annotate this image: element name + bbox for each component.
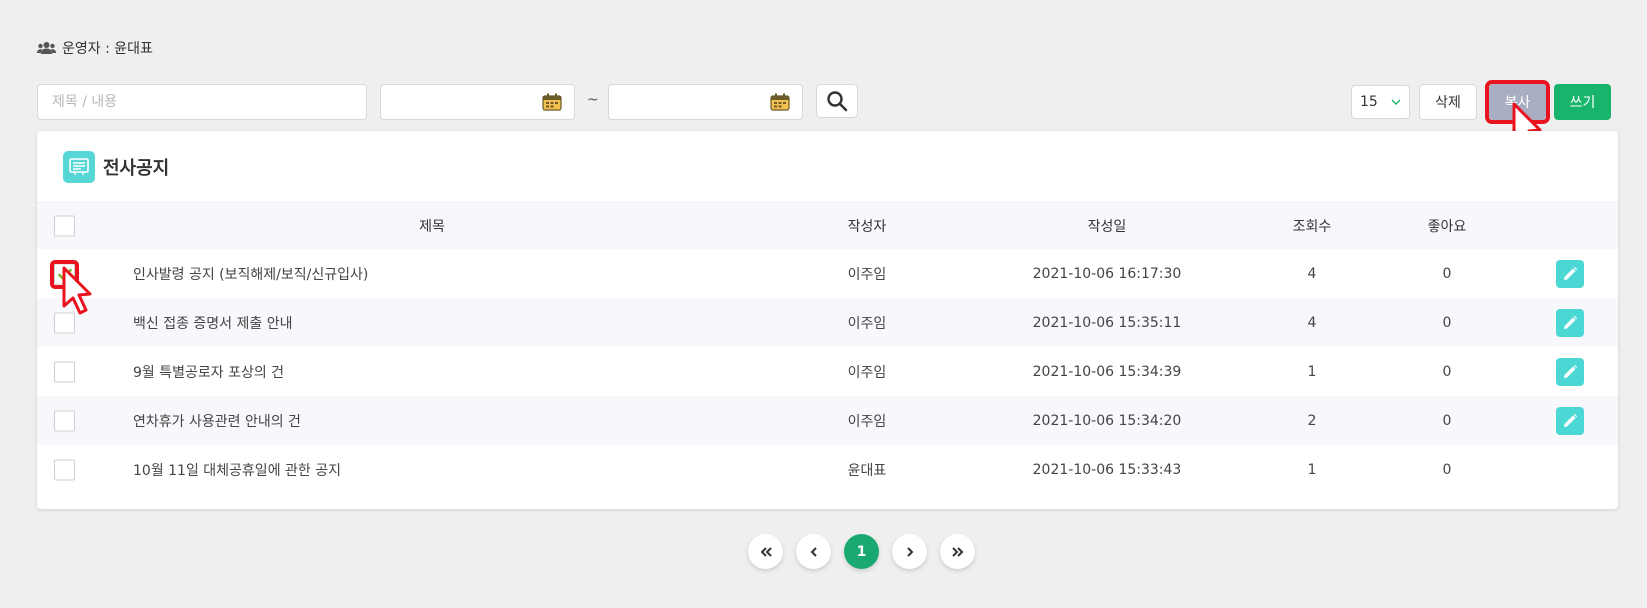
edit-button[interactable] bbox=[1556, 259, 1584, 288]
row-views: 2 bbox=[1307, 412, 1317, 429]
page-button-current[interactable]: 1 bbox=[844, 534, 879, 569]
header-date: 작성일 bbox=[1087, 219, 1127, 235]
table-row[interactable]: 10월 11일 대체공휴일에 관한 공지 윤대표 2021-10-06 15:3… bbox=[37, 445, 1618, 494]
header-views: 조회수 bbox=[1292, 219, 1332, 235]
search-button[interactable] bbox=[816, 84, 858, 118]
row-likes: 0 bbox=[1442, 363, 1452, 380]
edit-button[interactable] bbox=[1556, 357, 1584, 386]
per-page-value: 15 bbox=[1360, 94, 1378, 110]
per-page-select[interactable]: 15 bbox=[1351, 85, 1410, 119]
double-chevron-left-icon bbox=[760, 546, 772, 557]
first-page-button[interactable] bbox=[748, 534, 783, 569]
row-views: 4 bbox=[1307, 314, 1317, 331]
next-page-button[interactable] bbox=[892, 534, 927, 569]
board-header: 전사공지 bbox=[37, 131, 1618, 203]
board-icon bbox=[63, 150, 95, 183]
board-card: 전사공지 제목 작성자 작성일 조회수 좋아요 인사발령 공지 (보직해제/보직… bbox=[37, 131, 1618, 509]
row-checkbox[interactable] bbox=[54, 361, 75, 382]
row-views: 1 bbox=[1307, 461, 1317, 478]
search-input[interactable] bbox=[37, 84, 367, 120]
row-title[interactable]: 9월 특별공로자 포상의 건 bbox=[133, 362, 284, 382]
prev-page-button[interactable] bbox=[796, 534, 831, 569]
row-checkbox[interactable] bbox=[54, 312, 75, 333]
row-date: 2021-10-06 15:34:20 bbox=[1032, 412, 1182, 429]
edit-button[interactable] bbox=[1556, 406, 1584, 435]
board-title: 전사공지 bbox=[103, 157, 170, 179]
last-page-button[interactable] bbox=[940, 534, 975, 569]
pencil-icon bbox=[1564, 364, 1578, 378]
header-likes: 좋아요 bbox=[1427, 219, 1467, 235]
double-chevron-right-icon bbox=[951, 546, 963, 557]
toolbar: ~ 15 삭제 복사 쓰기 bbox=[0, 80, 1647, 124]
row-views: 4 bbox=[1307, 265, 1317, 282]
table-row[interactable]: 인사발령 공지 (보직해제/보직/신규입사) 이주임 2021-10-06 16… bbox=[37, 249, 1618, 298]
users-icon bbox=[37, 42, 56, 54]
delete-button[interactable]: 삭제 bbox=[1419, 84, 1477, 120]
pagination: 1 bbox=[748, 534, 975, 569]
chevron-down-icon bbox=[1391, 99, 1401, 105]
row-date: 2021-10-06 15:35:11 bbox=[1032, 314, 1182, 331]
row-likes: 0 bbox=[1442, 314, 1452, 331]
search-icon bbox=[827, 91, 848, 112]
row-title[interactable]: 10월 11일 대체공휴일에 관한 공지 bbox=[133, 460, 341, 480]
row-title[interactable]: 연차휴가 사용관련 안내의 건 bbox=[133, 411, 301, 431]
row-date: 2021-10-06 15:33:43 bbox=[1032, 461, 1182, 478]
chevron-right-icon bbox=[906, 546, 913, 557]
write-button[interactable]: 쓰기 bbox=[1554, 84, 1611, 120]
row-checkbox[interactable] bbox=[54, 410, 75, 431]
edit-button[interactable] bbox=[1556, 308, 1584, 337]
row-likes: 0 bbox=[1442, 412, 1452, 429]
row-likes: 0 bbox=[1442, 461, 1452, 478]
table-row[interactable]: 9월 특별공로자 포상의 건 이주임 2021-10-06 15:34:39 1… bbox=[37, 347, 1618, 396]
operator-text: 운영자 : 윤대표 bbox=[62, 41, 153, 57]
row-date: 2021-10-06 16:17:30 bbox=[1032, 265, 1182, 282]
calendar-icon[interactable] bbox=[542, 93, 562, 111]
table-row[interactable]: 연차휴가 사용관련 안내의 건 이주임 2021-10-06 15:34:20 … bbox=[37, 396, 1618, 445]
row-date: 2021-10-06 15:34:39 bbox=[1032, 363, 1182, 380]
pencil-icon bbox=[1564, 413, 1578, 427]
row-author: 이주임 bbox=[847, 315, 887, 332]
chevron-left-icon bbox=[810, 546, 817, 557]
header-title: 제목 bbox=[419, 219, 445, 235]
copy-button[interactable]: 복사 bbox=[1489, 84, 1546, 120]
row-author: 이주임 bbox=[847, 364, 887, 381]
calendar-icon[interactable] bbox=[770, 93, 790, 111]
pencil-icon bbox=[1564, 315, 1578, 329]
row-author: 이주임 bbox=[847, 413, 887, 430]
post-table: 제목 작성자 작성일 조회수 좋아요 인사발령 공지 (보직해제/보직/신규입사… bbox=[37, 203, 1618, 494]
pencil-icon bbox=[1564, 266, 1578, 280]
header-author: 작성자 bbox=[847, 219, 887, 235]
row-title[interactable]: 백신 접종 증명서 제출 안내 bbox=[133, 313, 292, 333]
operator-label: 운영자 : 윤대표 bbox=[37, 38, 153, 58]
row-checkbox[interactable] bbox=[54, 459, 75, 480]
row-author: 윤대표 bbox=[847, 462, 887, 479]
date-range-separator: ~ bbox=[587, 92, 599, 108]
row-author: 이주임 bbox=[847, 266, 887, 283]
table-header-row: 제목 작성자 작성일 조회수 좋아요 bbox=[37, 203, 1618, 249]
table-row[interactable]: 백신 접종 증명서 제출 안내 이주임 2021-10-06 15:35:11 … bbox=[37, 298, 1618, 347]
row-title[interactable]: 인사발령 공지 (보직해제/보직/신규입사) bbox=[133, 264, 368, 284]
row-likes: 0 bbox=[1442, 265, 1452, 282]
row-views: 1 bbox=[1307, 363, 1317, 380]
checkbox-highlight bbox=[50, 260, 79, 289]
